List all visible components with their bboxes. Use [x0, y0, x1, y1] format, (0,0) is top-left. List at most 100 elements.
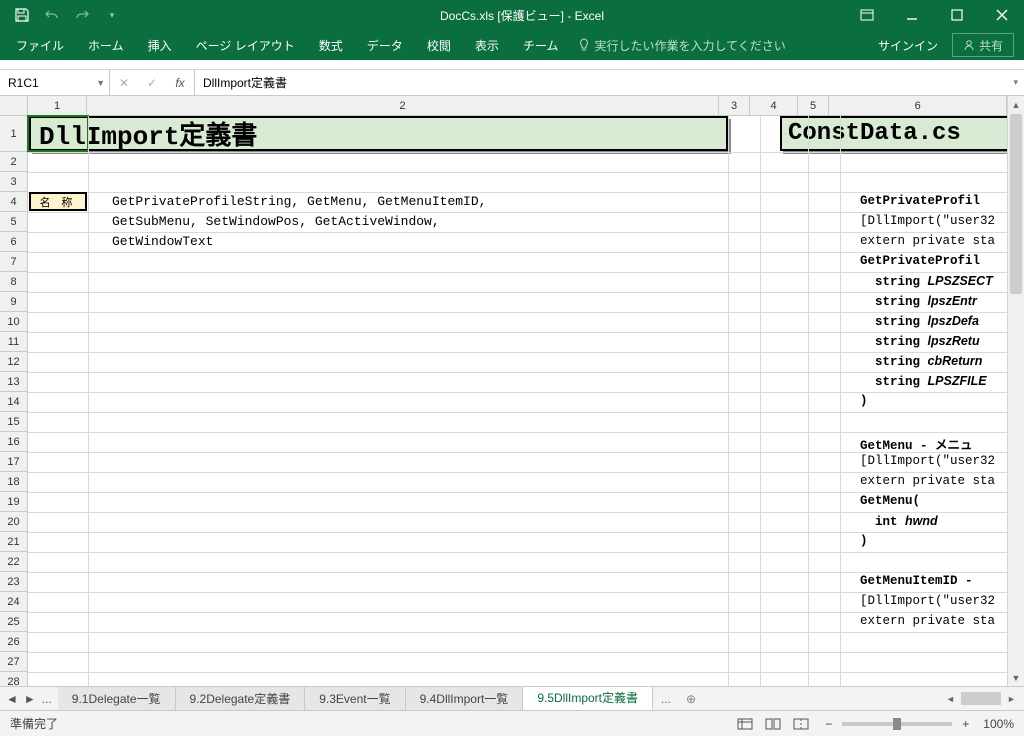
row-header[interactable]: 9 [0, 292, 27, 312]
code-text[interactable]: GetMenu - メニュ [860, 434, 973, 453]
code-text[interactable]: ) [860, 394, 868, 408]
code-text[interactable]: [DllImport("user32 [860, 214, 995, 228]
row-header[interactable]: 6 [0, 232, 27, 252]
row-header[interactable]: 22 [0, 552, 27, 572]
row-header[interactable]: 14 [0, 392, 27, 412]
column-header[interactable]: 5 [798, 96, 830, 115]
insert-function-icon[interactable]: fx [166, 76, 194, 90]
sheet-first-icon[interactable]: ◄ [6, 692, 18, 706]
code-text[interactable]: string LPSZSECT [860, 274, 993, 289]
content-text[interactable]: GetWindowText [112, 234, 213, 249]
row-header[interactable]: 21 [0, 532, 27, 552]
row-header[interactable]: 8 [0, 272, 27, 292]
hscroll-thumb[interactable] [961, 692, 1001, 705]
row-header[interactable]: 23 [0, 572, 27, 592]
scroll-down-icon[interactable]: ▼ [1008, 669, 1024, 686]
select-all-corner[interactable] [0, 96, 28, 116]
row-header[interactable]: 7 [0, 252, 27, 272]
scroll-up-icon[interactable]: ▲ [1008, 96, 1024, 113]
code-text[interactable]: extern private sta [860, 474, 995, 488]
cancel-formula-icon[interactable]: ✕ [110, 76, 138, 90]
view-normal-icon[interactable] [732, 714, 758, 734]
label-name-cell[interactable]: 名 称 [29, 192, 87, 211]
enter-formula-icon[interactable]: ✓ [138, 76, 166, 90]
code-text[interactable]: extern private sta [860, 234, 995, 248]
column-header[interactable]: 3 [719, 96, 751, 115]
code-text[interactable]: ) [860, 534, 868, 548]
code-text[interactable]: GetPrivateProfil [860, 194, 980, 208]
horizontal-scrollbar[interactable]: ◄ ► [703, 687, 1024, 710]
maximize-icon[interactable] [934, 0, 979, 30]
row-header[interactable]: 10 [0, 312, 27, 332]
content-text[interactable]: GetSubMenu, SetWindowPos, GetActiveWindo… [112, 214, 440, 229]
tab-home[interactable]: ホーム [76, 30, 136, 60]
row-header[interactable]: 19 [0, 492, 27, 512]
column-header[interactable]: 1 [28, 96, 87, 115]
code-text[interactable]: GetPrivateProfil [860, 254, 980, 268]
row-header[interactable]: 28 [0, 672, 27, 686]
minimize-icon[interactable] [889, 0, 934, 30]
ribbon-display-icon[interactable] [844, 0, 889, 30]
sheet-tab[interactable]: 9.2Delegate定義書 [176, 687, 306, 710]
row-header[interactable]: 27 [0, 652, 27, 672]
sheet-tab[interactable]: 9.3Event一覧 [305, 687, 405, 710]
sheet-more-left[interactable]: ... [42, 692, 52, 706]
zoom-out-icon[interactable]: − [825, 717, 832, 731]
view-pagelayout-icon[interactable] [760, 714, 786, 734]
code-text[interactable]: string LPSZFILE [860, 374, 987, 389]
close-icon[interactable] [979, 0, 1024, 30]
sheet-nav[interactable]: ◄ ► ... [0, 687, 58, 710]
title-cell-right[interactable]: ConstData.cs [780, 116, 1024, 151]
formula-input[interactable]: DllImport定義書 ▾ [195, 70, 1024, 95]
row-header[interactable]: 11 [0, 332, 27, 352]
column-header[interactable]: 2 [87, 96, 719, 115]
row-header[interactable]: 2 [0, 152, 27, 172]
code-text[interactable]: string cbReturn [860, 354, 982, 369]
row-header[interactable]: 15 [0, 412, 27, 432]
tell-me-search[interactable]: 実行したい作業を入力してください [578, 30, 785, 60]
scrollbar-thumb[interactable] [1010, 114, 1022, 294]
chevron-down-icon[interactable]: ▼ [96, 78, 105, 88]
code-text[interactable]: string lpszRetu [860, 334, 980, 349]
row-headers[interactable]: 1234567891011121314151617181920212223242… [0, 116, 28, 686]
column-header[interactable]: 4 [750, 96, 797, 115]
redo-icon[interactable] [70, 3, 94, 27]
code-text[interactable]: [DllImport("user32 [860, 454, 995, 468]
expand-formula-icon[interactable]: ▾ [1013, 77, 1018, 88]
row-header[interactable]: 3 [0, 172, 27, 192]
tab-file[interactable]: ファイル [4, 30, 76, 60]
column-header[interactable]: 6 [829, 96, 1007, 115]
zoom-level[interactable]: 100% [983, 717, 1014, 731]
tab-view[interactable]: 表示 [463, 30, 511, 60]
code-text[interactable]: string lpszEntr [860, 294, 977, 309]
code-text[interactable]: extern private sta [860, 614, 995, 628]
row-header[interactable]: 18 [0, 472, 27, 492]
row-header[interactable]: 26 [0, 632, 27, 652]
sheet-tab[interactable]: 9.1Delegate一覧 [58, 687, 176, 710]
name-box[interactable]: R1C1 ▼ [0, 70, 110, 95]
content-text[interactable]: GetPrivateProfileString, GetMenu, GetMen… [112, 194, 486, 209]
column-headers[interactable]: 123456 [28, 96, 1007, 116]
share-button[interactable]: 共有 [952, 33, 1014, 57]
row-header[interactable]: 1 [0, 116, 27, 152]
save-icon[interactable] [10, 3, 34, 27]
sheet-tab[interactable]: 9.5DllImport定義書 [523, 687, 653, 710]
tab-data[interactable]: データ [355, 30, 415, 60]
vertical-scrollbar[interactable]: ▲ ▼ [1007, 96, 1024, 686]
row-header[interactable]: 5 [0, 212, 27, 232]
signin-link[interactable]: サインイン [864, 30, 952, 60]
code-text[interactable]: [DllImport("user32 [860, 594, 995, 608]
tab-insert[interactable]: 挿入 [136, 30, 184, 60]
hscroll-right-icon[interactable]: ► [1003, 694, 1020, 704]
zoom-handle[interactable] [893, 718, 901, 730]
tab-formulas[interactable]: 数式 [307, 30, 355, 60]
zoom-in-icon[interactable]: + [962, 717, 969, 731]
hscroll-left-icon[interactable]: ◄ [942, 694, 959, 704]
code-text[interactable]: GetMenu( [860, 494, 920, 508]
row-header[interactable]: 17 [0, 452, 27, 472]
row-header[interactable]: 20 [0, 512, 27, 532]
sheet-more-right[interactable]: ... [653, 687, 679, 710]
row-header[interactable]: 12 [0, 352, 27, 372]
code-text[interactable]: GetMenuItemID - [860, 574, 973, 588]
new-sheet-icon[interactable]: ⊕ [679, 687, 703, 710]
